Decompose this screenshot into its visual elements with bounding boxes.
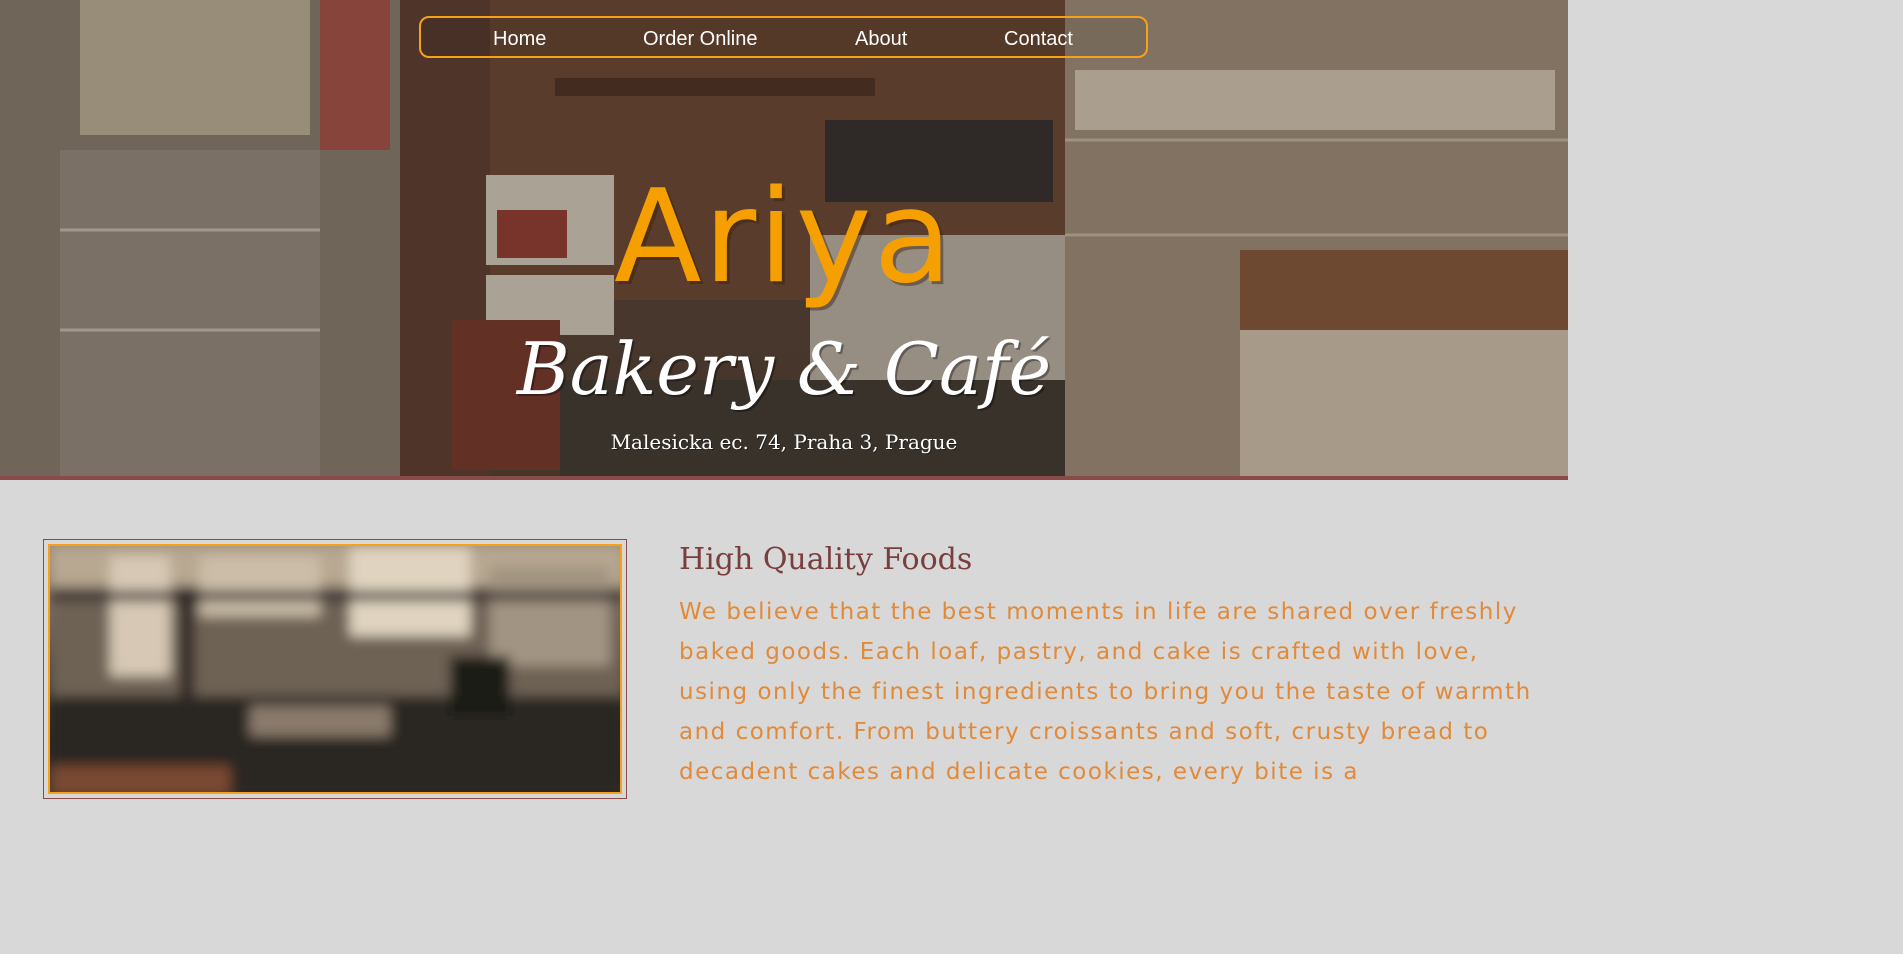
section-body-text: We believe that the best moments in life… [679, 599, 1532, 785]
brand-subtitle: Bakery & Café [516, 327, 1052, 411]
hero-banner: Home Order Online About Contact Ariya Ba… [0, 0, 1568, 480]
blurred-shop-image [50, 546, 620, 792]
section-title: High Quality Foods [679, 542, 973, 577]
brand-title: Ariya [614, 163, 954, 312]
nav-home-link[interactable]: Home [493, 28, 546, 51]
nav-order-online-link[interactable]: Order Online [643, 28, 758, 51]
address-text: Malesicka ec. 74, Praha 3, Prague [610, 430, 958, 454]
about-photo-frame [43, 539, 627, 799]
bakery-interior-photo [48, 544, 622, 794]
main-nav: Home Order Online About Contact [419, 16, 1148, 58]
nav-about-link[interactable]: About [855, 28, 907, 51]
nav-contact-link[interactable]: Contact [1004, 28, 1073, 51]
